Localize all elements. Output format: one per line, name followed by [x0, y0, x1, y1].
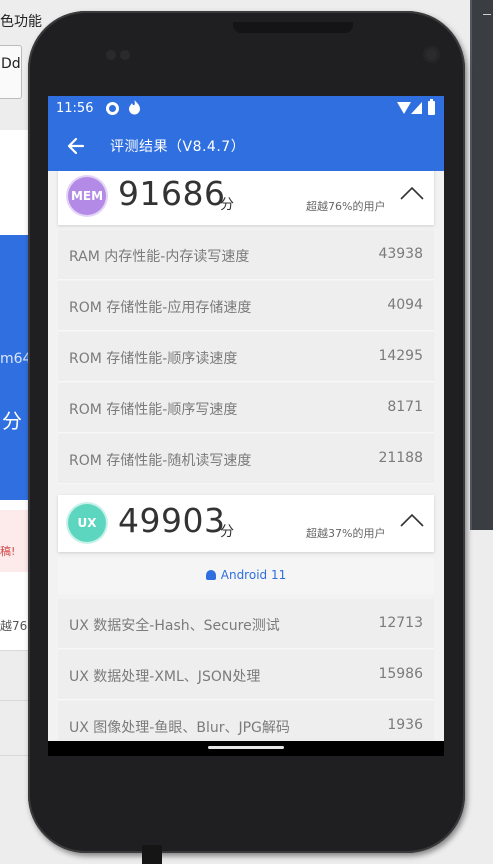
background-dark-window	[470, 0, 493, 530]
ux-badge-icon: UX	[68, 504, 106, 542]
app-bar: 评测结果（V8.4.7）	[48, 121, 444, 171]
ux-score-unit: 分	[220, 524, 234, 540]
row-label: ROM 存储性能-顺序读速度	[69, 351, 238, 367]
mem-section-header[interactable]: MEM 91686 分 超越76%的用户	[58, 171, 434, 225]
android-version-tag: Android 11	[58, 558, 434, 594]
background-beat-text: 越76	[0, 619, 28, 633]
status-bar: 11:56	[48, 96, 444, 121]
row-label: ROM 存储性能-应用存储速度	[69, 300, 252, 316]
android-version-label: Android 11	[220, 568, 287, 582]
mem-beat-text: 超越76%的用户	[306, 200, 386, 213]
mem-score-unit: 分	[220, 197, 234, 213]
wifi-icon	[397, 102, 411, 114]
list-item: UX 数据处理-XML、JSON处理 15986	[58, 650, 434, 700]
row-value: 4094	[387, 297, 423, 313]
background-dark-window-edge	[470, 0, 472, 530]
ux-section-header[interactable]: UX 49903 分 超越37%的用户	[58, 495, 434, 552]
list-item: ROM 存储性能-顺序写速度 8171	[58, 383, 434, 433]
chevron-up-icon[interactable]	[400, 186, 424, 200]
usb-cable	[142, 845, 162, 864]
background-window-title: 色功能	[0, 14, 42, 30]
row-value: 1936	[387, 717, 423, 733]
page-title: 评测结果（V8.4.7）	[110, 139, 246, 155]
background-score-unit: 分	[2, 409, 22, 433]
row-value: 14295	[378, 348, 423, 364]
list-item: UX 图像处理-鱼眼、Blur、JPG解码 1936	[58, 701, 434, 741]
results-list[interactable]: MEM 91686 分 超越76%的用户 RAM 内存性能-内存读写速度 439…	[48, 171, 444, 741]
chevron-up-icon[interactable]	[400, 513, 424, 527]
arrow-left-icon[interactable]	[66, 136, 86, 156]
list-item: ROM 存储性能-顺序读速度 14295	[58, 332, 434, 382]
row-value: 12713	[378, 615, 423, 631]
row-label: UX 数据处理-XML、JSON处理	[69, 669, 261, 685]
row-label: UX 图像处理-鱼眼、Blur、JPG解码	[69, 720, 290, 736]
ux-beat-text: 超越37%的用户	[306, 527, 386, 540]
notification-app-icon	[106, 102, 119, 115]
status-time: 11:56	[56, 101, 94, 116]
row-value: 21188	[378, 450, 423, 466]
mem-badge-icon: MEM	[68, 177, 106, 215]
list-item: RAM 内存性能-内存读写速度 43938	[58, 230, 434, 280]
proximity-sensor	[106, 50, 116, 60]
android-icon	[205, 570, 216, 580]
row-value: 8171	[387, 399, 423, 415]
row-value: 43938	[378, 246, 423, 262]
list-item: ROM 存储性能-应用存储速度 4094	[58, 281, 434, 331]
row-label: ROM 存储性能-随机读写速度	[69, 453, 252, 469]
phone-screen: 11:56 评测结果（V8.4.7） MEM 91686 分 超越76%的用户 …	[48, 96, 444, 756]
mem-score: 91686	[118, 174, 226, 213]
signal-icon	[411, 102, 422, 114]
list-item: ROM 存储性能-随机读写速度 21188	[58, 434, 434, 484]
light-sensor	[120, 50, 130, 60]
row-label: RAM 内存性能-内存读写速度	[69, 249, 250, 265]
battery-icon	[428, 99, 435, 115]
home-gesture-handle[interactable]	[208, 746, 284, 749]
row-value: 15986	[378, 666, 423, 682]
ux-score: 49903	[118, 501, 226, 540]
background-model-text: m64	[0, 351, 32, 367]
front-camera-icon	[423, 46, 440, 63]
minimize-icon[interactable]	[483, 14, 491, 15]
list-item: UX 数据安全-Hash、Secure测试 12713	[58, 599, 434, 649]
earpiece-speaker	[233, 22, 353, 33]
background-warning-text: 稿!	[0, 545, 16, 558]
background-button[interactable]: Dd	[0, 45, 22, 99]
notification-flame-icon	[129, 100, 140, 115]
row-label: ROM 存储性能-顺序写速度	[69, 402, 238, 418]
row-label: UX 数据安全-Hash、Secure测试	[69, 618, 280, 634]
navigation-bar	[48, 741, 444, 756]
